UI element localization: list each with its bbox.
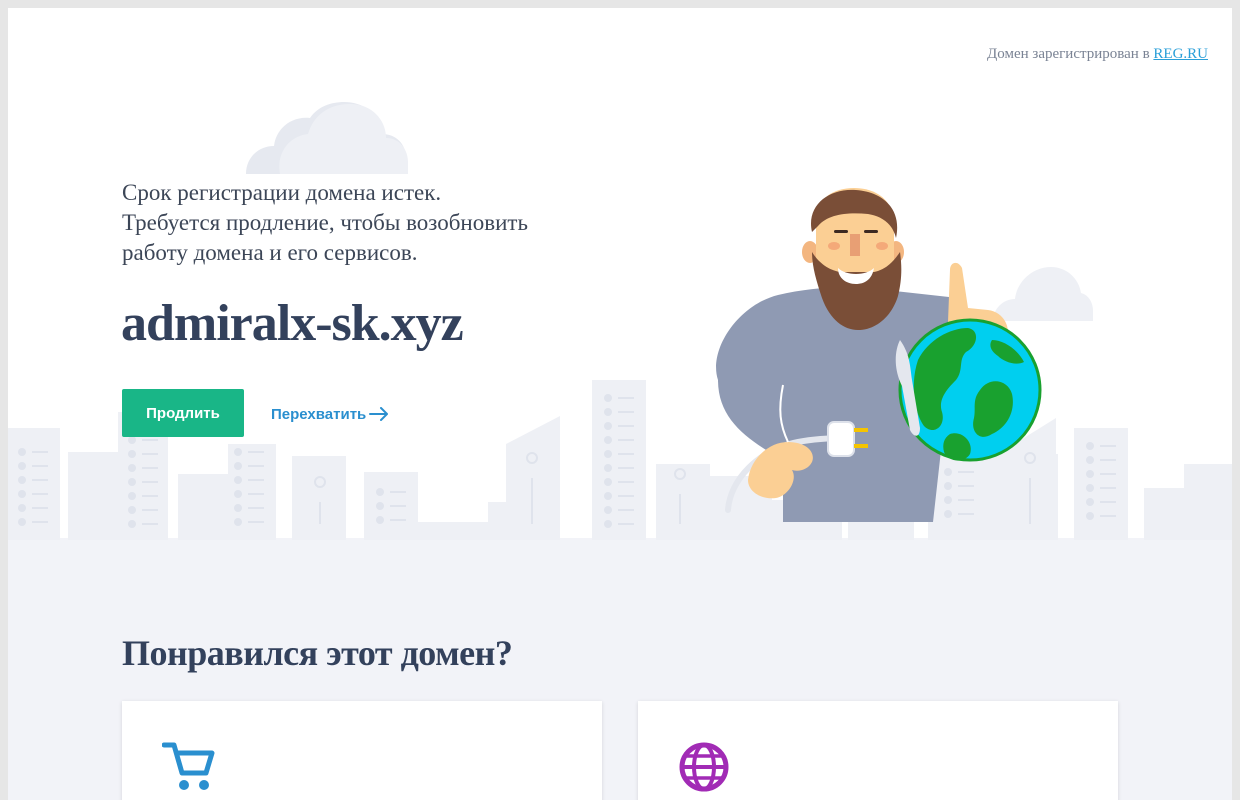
globe-icon [679,742,729,792]
registrar-text: Домен зарегистрирован в [987,46,1150,62]
cloud-illustration [246,102,408,174]
registrar-link[interactable]: REG.RU [1153,46,1208,62]
section-title: Понравился этот домен? [122,633,513,673]
man-holding-globe-illustration [716,188,1042,522]
expiry-message-line: Срок регистрации домена истек. [122,180,442,205]
offer-card[interactable] [638,701,1118,800]
cart-icon [162,742,215,790]
page-frame: Домен зарегистрирован в REG.RU Срок реги… [8,8,1232,800]
domain-name: admiralx-sk.xyz [121,295,464,352]
offer-card[interactable] [122,701,602,800]
arrow-right-icon [369,407,389,421]
intercept-link[interactable]: Перехватить [271,402,389,426]
expiry-message: Срок регистрации домена истек. Требуется… [122,178,592,268]
expiry-message-line: работу домена и его сервисов. [122,240,418,265]
registrar-note: Домен зарегистрирован в REG.RU [987,46,1208,63]
intercept-label: Перехватить [271,405,367,423]
expiry-message-line: Требуется продление, чтобы возобновить [122,210,528,235]
renew-button[interactable]: Продлить [122,389,244,437]
